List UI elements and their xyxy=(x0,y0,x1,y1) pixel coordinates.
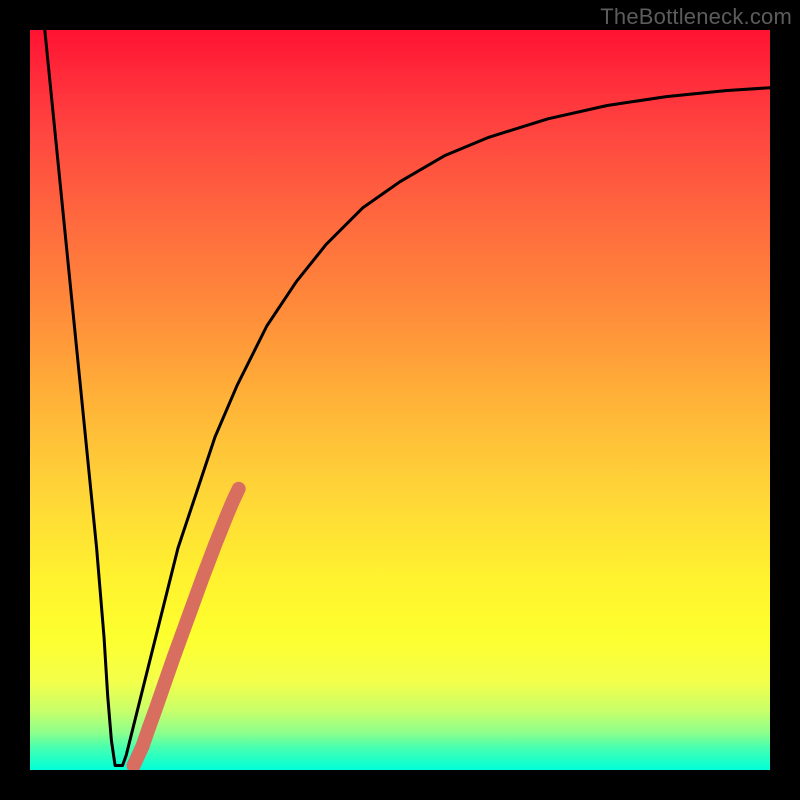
watermark-text: TheBottleneck.com xyxy=(600,4,792,30)
marker-dot xyxy=(142,720,156,734)
chart-frame: TheBottleneck.com xyxy=(0,0,800,800)
plot-area xyxy=(30,30,770,770)
curve-layer xyxy=(30,30,770,770)
bottleneck-curve xyxy=(45,30,770,766)
marker-dot xyxy=(135,739,149,753)
